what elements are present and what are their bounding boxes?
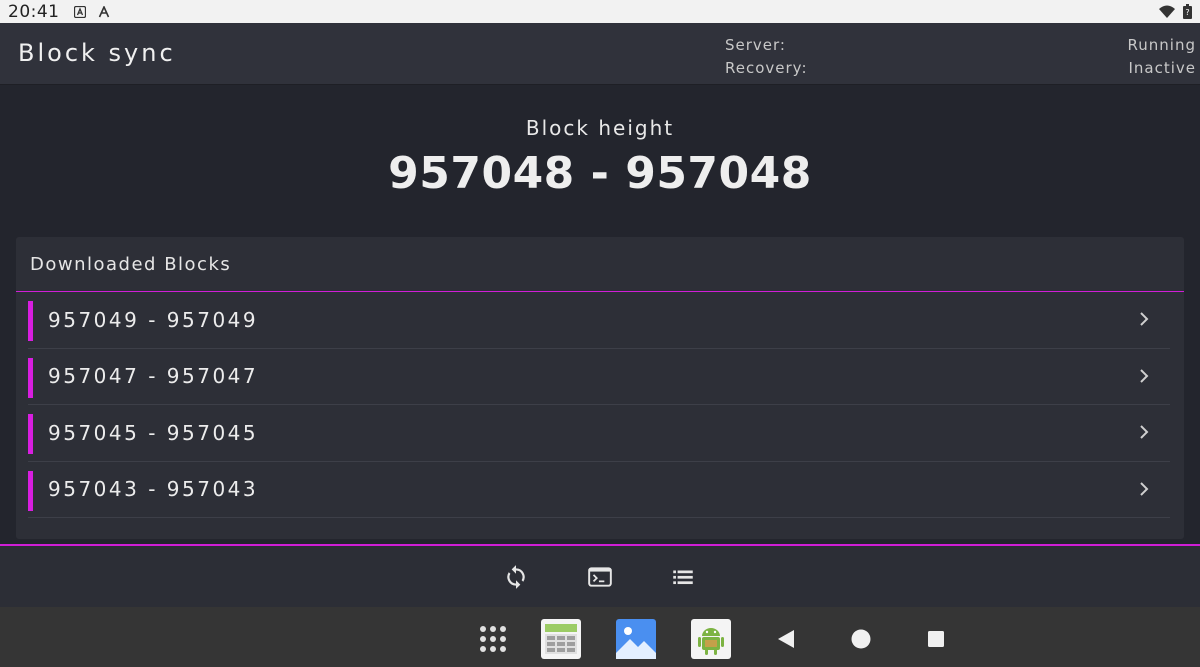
a-font-icon xyxy=(98,5,109,17)
list-icon[interactable] xyxy=(670,564,696,590)
server-status: Running xyxy=(1127,36,1196,54)
block-list: 957049 - 957049 957047 - 957047 957045 -… xyxy=(16,292,1184,518)
android-app-icon[interactable] xyxy=(691,619,731,659)
wifi-icon xyxy=(1159,5,1175,18)
status-values: Running Inactive xyxy=(1128,34,1196,80)
block-range: 957047 - 957047 xyxy=(48,364,259,389)
status-time: 20:41 xyxy=(8,1,60,22)
block-list-item[interactable]: 957047 - 957047 xyxy=(28,349,1170,405)
block-accent-bar xyxy=(28,470,33,511)
chevron-right-icon xyxy=(1140,425,1149,439)
recovery-label: Recovery: xyxy=(725,59,808,77)
svg-text:?: ? xyxy=(1185,8,1189,17)
downloaded-blocks-title: Downloaded Blocks xyxy=(16,237,1184,292)
a-square-icon xyxy=(73,5,86,18)
battery-icon: ? xyxy=(1183,4,1192,19)
block-range: 957049 - 957049 xyxy=(48,307,259,332)
block-accent-bar xyxy=(28,414,33,454)
recents-icon[interactable] xyxy=(916,619,956,659)
app-title: Block sync xyxy=(18,39,176,67)
status-bar: 20:41 ? xyxy=(0,0,1200,23)
chevron-right-icon xyxy=(1140,481,1149,496)
block-accent-bar xyxy=(28,301,33,341)
block-height-value: 957048 - 957048 xyxy=(388,148,812,199)
server-label: Server: xyxy=(725,36,786,54)
block-accent-bar xyxy=(28,357,33,398)
block-range: 957043 - 957043 xyxy=(48,477,259,502)
block-height-label: Block height xyxy=(525,116,675,140)
calculator-app-icon[interactable] xyxy=(541,619,581,659)
block-range: 957045 - 957045 xyxy=(48,420,259,445)
status-labels: Server: Recovery: xyxy=(725,34,808,80)
bottom-nav xyxy=(0,546,1200,607)
back-icon[interactable] xyxy=(767,619,807,659)
system-nav-bar xyxy=(0,607,1200,667)
block-list-item[interactable]: 957043 - 957043 xyxy=(28,462,1170,518)
sync-icon[interactable] xyxy=(503,564,529,590)
home-icon[interactable] xyxy=(841,619,881,659)
block-list-item[interactable]: 957045 - 957045 xyxy=(28,405,1170,462)
recovery-status: Inactive xyxy=(1128,59,1196,77)
chevron-right-icon xyxy=(1140,368,1149,383)
chevron-right-icon xyxy=(1140,312,1149,326)
block-list-item[interactable]: 957049 - 957049 xyxy=(28,292,1170,349)
downloaded-blocks-card: Downloaded Blocks 957049 - 957049 957047… xyxy=(16,237,1184,539)
gallery-app-icon[interactable] xyxy=(616,619,656,659)
app-header: Block sync Server: Recovery: Running Ina… xyxy=(0,23,1200,85)
terminal-icon[interactable] xyxy=(587,564,613,590)
app-grid-icon[interactable] xyxy=(473,619,513,659)
